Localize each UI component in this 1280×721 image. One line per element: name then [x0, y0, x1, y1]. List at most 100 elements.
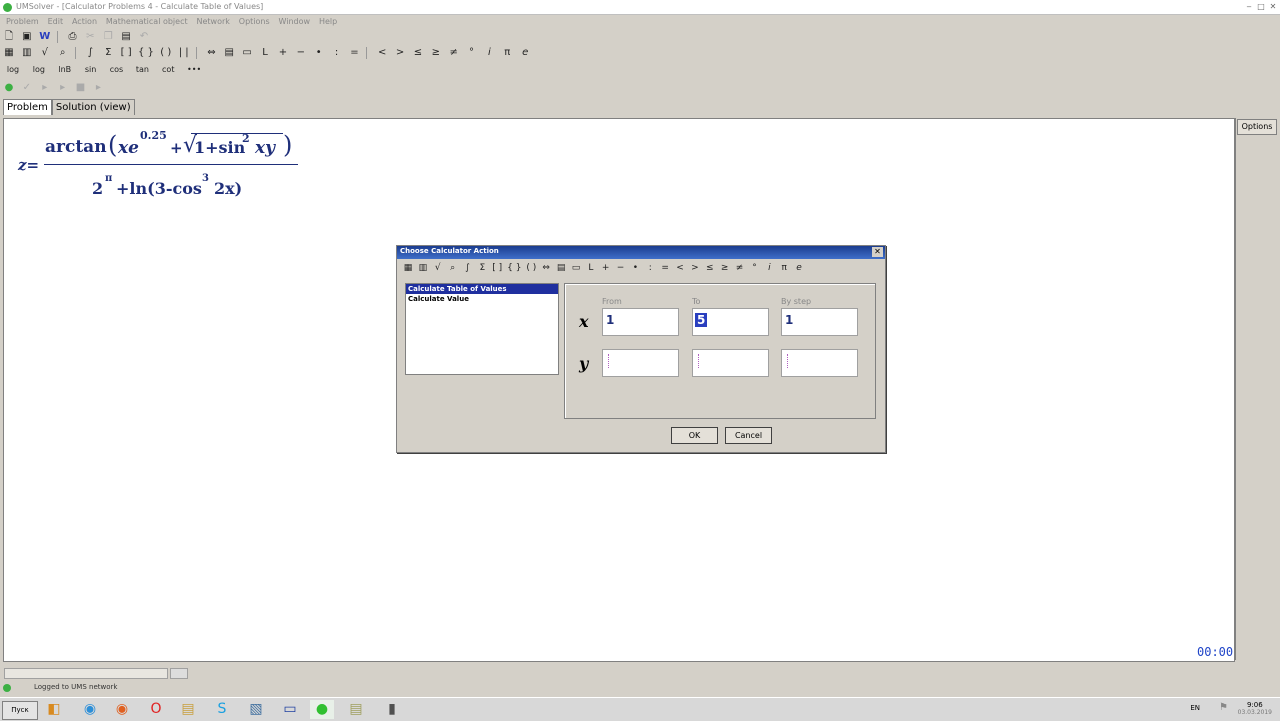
box-icon[interactable]: ▭: [241, 46, 253, 60]
vector-icon[interactable]: ⇔: [205, 46, 217, 60]
neq-icon[interactable]: ≠: [448, 46, 460, 60]
step-icon[interactable]: ▸: [57, 81, 69, 95]
flag-icon[interactable]: ⚑: [1219, 702, 1228, 713]
y-from-field[interactable]: [602, 349, 679, 377]
ok-button[interactable]: OK: [671, 427, 718, 444]
paren-icon[interactable]: ( ): [160, 46, 172, 60]
grid-icon[interactable]: ▤: [223, 46, 235, 60]
skype-task-icon[interactable]: S: [210, 700, 234, 719]
check-icon[interactable]: ✓: [21, 81, 33, 95]
x-to-field[interactable]: 5: [692, 308, 769, 336]
start-button[interactable]: Пуск: [2, 701, 38, 720]
root-icon[interactable]: √: [39, 46, 51, 60]
cos-button[interactable]: cos: [107, 63, 127, 77]
leq-icon[interactable]: ≤: [705, 262, 715, 274]
paren-icon[interactable]: ( ): [526, 262, 536, 274]
undo-icon[interactable]: ↶: [138, 30, 150, 44]
matrix-icon[interactable]: ▦: [3, 46, 15, 60]
ln-button[interactable]: lnB: [55, 63, 75, 77]
save-icon[interactable]: ▣: [21, 30, 33, 44]
opera-task-icon[interactable]: O: [144, 700, 168, 719]
folder-task-icon[interactable]: ◧: [42, 700, 66, 719]
minus-icon[interactable]: −: [616, 262, 626, 274]
x-step-field[interactable]: 1: [781, 308, 858, 336]
menu-options[interactable]: Options: [239, 15, 270, 28]
euler-icon[interactable]: e: [519, 46, 531, 60]
imaginary-icon[interactable]: i: [483, 46, 495, 60]
limit-icon[interactable]: L: [586, 262, 596, 274]
integral-icon[interactable]: ∫: [84, 46, 96, 60]
y-to-field[interactable]: [692, 349, 769, 377]
degree-icon[interactable]: °: [466, 46, 478, 60]
cut-icon[interactable]: ✂: [84, 30, 96, 44]
explorer-task-icon[interactable]: ▤: [176, 700, 200, 719]
new-file-icon[interactable]: 🗋: [3, 30, 15, 44]
menu-action[interactable]: Action: [72, 15, 97, 28]
dialog-close-button[interactable]: ✕: [872, 247, 883, 257]
cot-button[interactable]: cot: [158, 63, 178, 77]
minus-icon[interactable]: −: [295, 46, 307, 60]
menu-window[interactable]: Window: [279, 15, 311, 28]
tool-task-icon[interactable]: ▮: [380, 700, 404, 719]
equals-icon[interactable]: =: [660, 262, 670, 274]
menu-help[interactable]: Help: [319, 15, 337, 28]
scroll-track[interactable]: [4, 668, 168, 679]
play-icon[interactable]: ▸: [39, 81, 51, 95]
abs-icon[interactable]: | |: [178, 46, 190, 60]
limit-icon[interactable]: L: [259, 46, 271, 60]
paste-icon[interactable]: ▤: [120, 30, 132, 44]
menu-problem[interactable]: Problem: [6, 15, 39, 28]
ie-task-icon[interactable]: ◉: [78, 700, 102, 719]
less-icon[interactable]: <: [675, 262, 685, 274]
zoom-icon[interactable]: ⌕: [448, 262, 458, 274]
umsolver-task-icon[interactable]: ●: [310, 700, 334, 719]
brace-icon[interactable]: { }: [138, 46, 154, 60]
tab-solution-view[interactable]: Solution (view): [51, 99, 135, 115]
matrix-icon[interactable]: ▦: [403, 262, 413, 274]
maximize-button[interactable]: □: [1256, 2, 1266, 11]
pi-icon[interactable]: π: [501, 46, 513, 60]
greater-icon[interactable]: >: [690, 262, 700, 274]
tab-problem[interactable]: Problem: [3, 99, 52, 115]
dot-icon[interactable]: •: [630, 262, 640, 274]
log-button[interactable]: log: [3, 63, 23, 77]
stop-icon[interactable]: ■: [75, 81, 87, 95]
cancel-button[interactable]: Cancel: [725, 427, 772, 444]
list-item-calculate-value[interactable]: Calculate Value: [406, 294, 558, 304]
colon-icon[interactable]: :: [645, 262, 655, 274]
y-step-field[interactable]: [781, 349, 858, 377]
plus-icon[interactable]: +: [277, 46, 289, 60]
tan-button[interactable]: tan: [132, 63, 152, 77]
grid-icon[interactable]: ▤: [556, 262, 566, 274]
neq-icon[interactable]: ≠: [735, 262, 745, 274]
pi-icon[interactable]: π: [779, 262, 789, 274]
window-task-icon[interactable]: ▭: [278, 700, 302, 719]
vector-icon[interactable]: ⇔: [541, 262, 551, 274]
root-icon[interactable]: √: [433, 262, 443, 274]
more-functions-button[interactable]: •••: [184, 63, 204, 77]
clock[interactable]: 9:06 03.03.2019: [1238, 701, 1272, 716]
forward-icon[interactable]: ▸: [92, 81, 104, 95]
image-task-icon[interactable]: ▧: [244, 700, 268, 719]
word-icon[interactable]: W: [39, 30, 51, 44]
dialog-title-bar[interactable]: Choose Calculator Action ✕: [397, 246, 885, 259]
scroll-thumb[interactable]: [170, 668, 188, 679]
geq-icon[interactable]: ≥: [720, 262, 730, 274]
sum-icon[interactable]: Σ: [102, 46, 114, 60]
table-icon[interactable]: ▥: [418, 262, 428, 274]
table-icon[interactable]: ▥: [21, 46, 33, 60]
run-icon[interactable]: ●: [3, 81, 15, 95]
bracket-icon[interactable]: [ ]: [120, 46, 132, 60]
bracket-icon[interactable]: [ ]: [492, 262, 502, 274]
notes-task-icon[interactable]: ▤: [344, 700, 368, 719]
equals-icon[interactable]: =: [348, 46, 360, 60]
language-indicator[interactable]: EN: [1190, 704, 1200, 712]
zoom-icon[interactable]: ⌕: [57, 46, 69, 60]
leq-icon[interactable]: ≤: [412, 46, 424, 60]
sin-button[interactable]: sin: [81, 63, 101, 77]
print-icon[interactable]: ⎙: [67, 30, 79, 44]
firefox-task-icon[interactable]: ◉: [110, 700, 134, 719]
x-from-field[interactable]: 1: [602, 308, 679, 336]
close-button[interactable]: ✕: [1268, 2, 1278, 11]
copy-icon[interactable]: ❐: [102, 30, 114, 44]
